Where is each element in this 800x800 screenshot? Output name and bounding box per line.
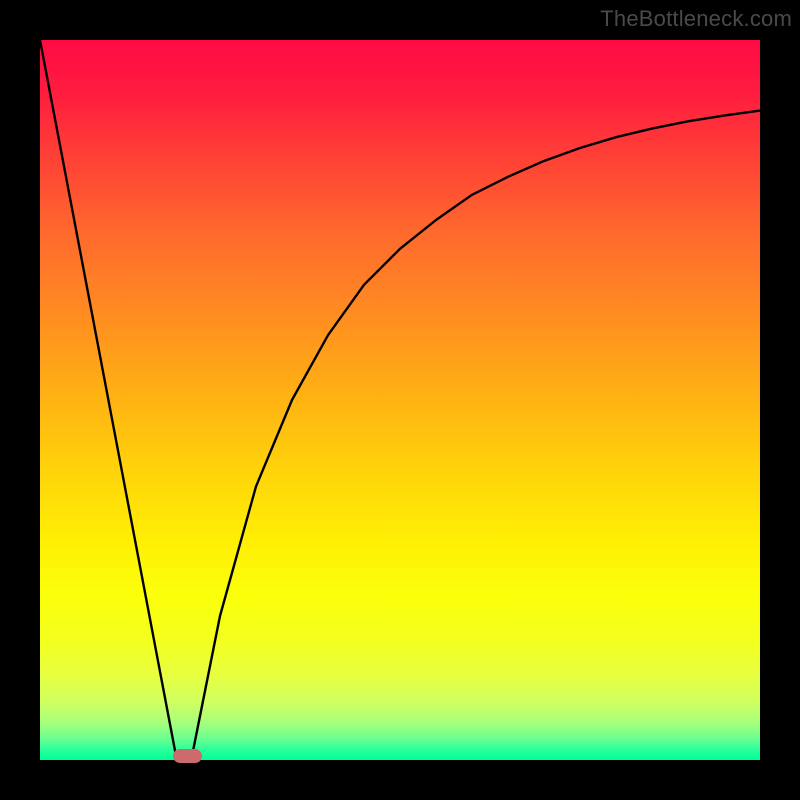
curve-overlay xyxy=(0,0,800,800)
optimum-marker xyxy=(173,749,202,763)
bottleneck-curve xyxy=(40,40,760,760)
chart-frame: TheBottleneck.com xyxy=(0,0,800,800)
watermark-text: TheBottleneck.com xyxy=(600,6,792,32)
